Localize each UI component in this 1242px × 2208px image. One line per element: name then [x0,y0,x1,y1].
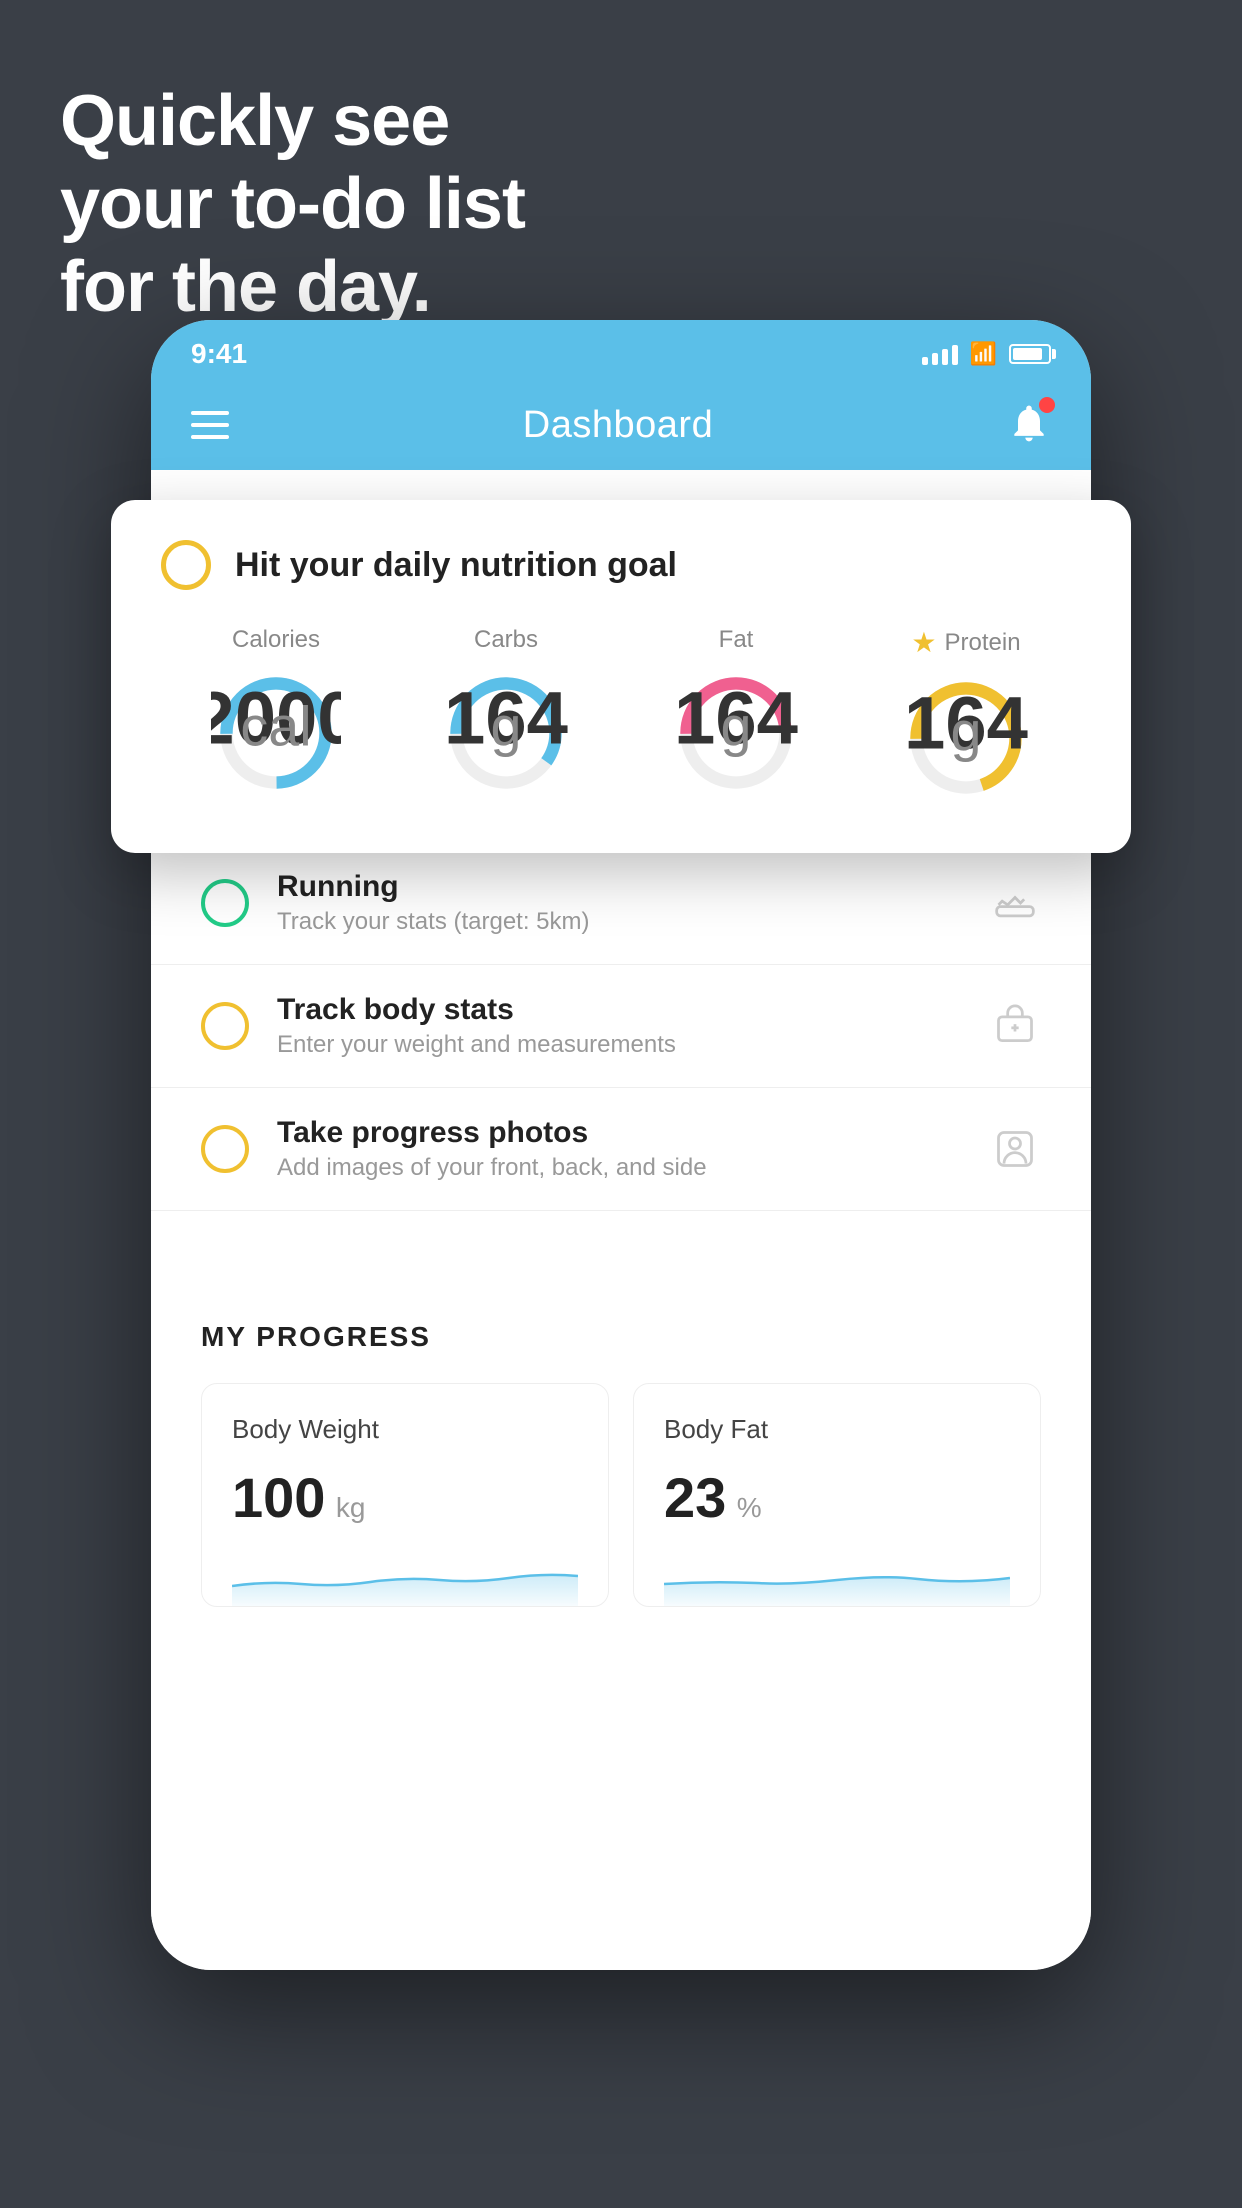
todo-subtitle-running: Track your stats (target: 5km) [277,908,961,936]
svg-text:g: g [951,700,982,762]
todo-text-running: Running Track your stats (target: 5km) [277,870,961,936]
body-weight-unit: kg [336,1492,366,1523]
body-fat-value: 23 [664,1466,726,1529]
protein-donut: 164 g [901,673,1031,803]
body-weight-value-row: 100 kg [232,1465,578,1530]
star-icon: ★ [911,626,936,659]
todo-circle-running [201,879,249,927]
hero-line1: Quickly see [60,80,525,163]
hamburger-menu[interactable] [191,411,229,439]
nutrition-card: Hit your daily nutrition goal Calories 2… [111,500,1131,853]
carbs-label: Carbs [474,626,538,654]
nutrition-fat: Fat 164 g [671,626,801,803]
signal-icon [922,343,958,365]
nutrition-circles: Calories 2000 cal Carbs 164 g Fat [161,626,1081,803]
hamburger-line [191,411,229,415]
status-icons: 📶 [922,341,1051,367]
nutrition-carbs: Carbs 164 g [441,626,571,803]
status-time: 9:41 [191,338,247,370]
calories-label: Calories [232,626,320,654]
body-fat-value-row: 23 % [664,1465,1010,1530]
fat-label: Fat [719,626,754,654]
svg-text:g: g [721,695,752,757]
hamburger-line [191,435,229,439]
protein-text: Protein [945,629,1021,657]
nutrition-protein: ★ Protein 164 g [901,626,1031,803]
todo-item-body-stats[interactable]: Track body stats Enter your weight and m… [151,965,1091,1088]
todo-text-progress-photos: Take progress photos Add images of your … [277,1116,961,1182]
hero-line3: for the day. [60,246,525,329]
nutrition-calories: Calories 2000 cal [211,626,341,803]
progress-section: MY PROGRESS Body Weight 100 kg [151,1271,1091,1647]
nav-title: Dashboard [523,404,713,447]
body-weight-value: 100 [232,1466,325,1529]
body-fat-chart [664,1546,1010,1606]
progress-cards: Body Weight 100 kg [201,1383,1041,1607]
notification-bell-button[interactable] [1007,401,1051,450]
todo-text-body-stats: Track body stats Enter your weight and m… [277,993,961,1059]
body-weight-title: Body Weight [232,1414,578,1445]
calories-donut: 2000 cal [211,668,341,798]
nutrition-circle-check [161,540,211,590]
hamburger-line [191,423,229,427]
body-weight-chart [232,1546,578,1606]
todo-circle-body-stats [201,1002,249,1050]
shoe-icon [989,877,1041,929]
todo-title-running: Running [277,870,961,904]
todo-section: Running Track your stats (target: 5km) T… [151,842,1091,1211]
body-fat-unit: % [737,1492,762,1523]
body-fat-card: Body Fat 23 % [633,1383,1041,1607]
protein-label: ★ Protein [911,626,1020,659]
nutrition-card-header: Hit your daily nutrition goal [161,540,1081,590]
todo-subtitle-progress-photos: Add images of your front, back, and side [277,1154,961,1182]
wifi-icon: 📶 [970,341,997,367]
scale-icon [989,1000,1041,1052]
todo-item-running[interactable]: Running Track your stats (target: 5km) [151,842,1091,965]
body-weight-card: Body Weight 100 kg [201,1383,609,1607]
svg-text:g: g [491,695,522,757]
notification-dot [1039,397,1055,413]
nav-bar: Dashboard [151,380,1091,470]
todo-item-progress-photos[interactable]: Take progress photos Add images of your … [151,1088,1091,1211]
carbs-donut: 164 g [441,668,571,798]
todo-subtitle-body-stats: Enter your weight and measurements [277,1031,961,1059]
progress-header: MY PROGRESS [201,1321,1041,1353]
body-fat-title: Body Fat [664,1414,1010,1445]
hero-text: Quickly see your to-do list for the day. [60,80,525,328]
todo-circle-progress-photos [201,1125,249,1173]
status-bar: 9:41 📶 [151,320,1091,380]
fat-donut: 164 g [671,668,801,798]
nutrition-card-title: Hit your daily nutrition goal [235,546,677,585]
todo-title-body-stats: Track body stats [277,993,961,1027]
todo-title-progress-photos: Take progress photos [277,1116,961,1150]
hero-line2: your to-do list [60,163,525,246]
person-icon [989,1123,1041,1175]
svg-text:cal: cal [240,695,311,757]
battery-icon [1009,344,1051,364]
